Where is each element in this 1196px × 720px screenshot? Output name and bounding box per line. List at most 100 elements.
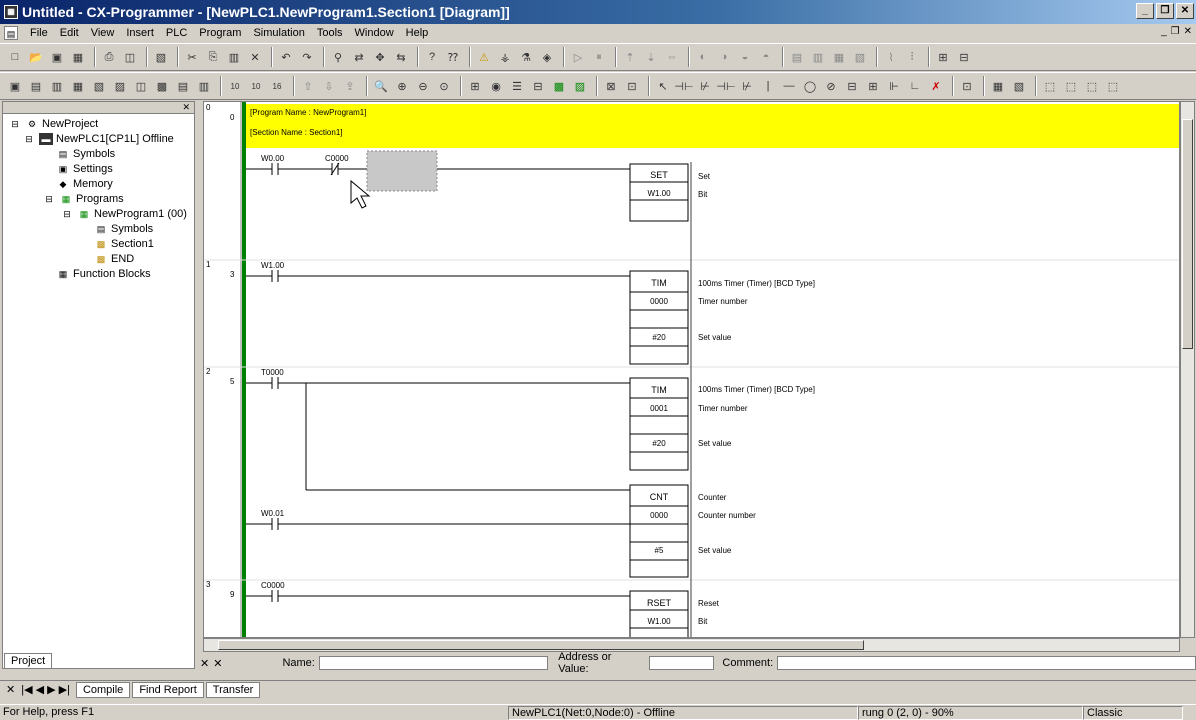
document-icon[interactable]: ▤ (4, 26, 18, 40)
mdi-minimize-icon[interactable]: _ (1161, 26, 1167, 37)
minimize-button[interactable]: _ (1136, 3, 1154, 19)
rung-numbers-icon[interactable]: ⊟ (529, 77, 547, 95)
copy-icon[interactable]: ⎘ (204, 48, 222, 66)
horizontal-scrollbar[interactable] (203, 638, 1180, 652)
rung-comment-list-icon[interactable]: ☰ (508, 77, 526, 95)
new-pt-output-icon[interactable]: ⊩ (885, 77, 903, 95)
delete-icon[interactable]: ✕ (246, 48, 264, 66)
tree-item-programs[interactable]: ⊟ ▦ Programs (42, 193, 123, 205)
tab-project[interactable]: Project (4, 653, 53, 669)
selection-cursor[interactable] (366, 150, 438, 192)
replace-icon[interactable]: ⇄ (350, 48, 368, 66)
online-edit-cancel-icon[interactable]: ▦ (830, 48, 848, 66)
ladder-svg[interactable]: [Program Name : NewProgram1] [Section Na… (204, 102, 1180, 638)
address-field[interactable] (648, 656, 715, 670)
cross-reference-report-icon[interactable]: ▨ (111, 77, 129, 95)
new-closed-or-contact-icon[interactable]: ⊬ (738, 77, 756, 95)
menu-help[interactable]: Help (400, 27, 435, 39)
monitor-icon[interactable]: ◐ (694, 48, 712, 66)
dock-icon[interactable]: ✕ (213, 657, 222, 670)
io-table-view-icon[interactable]: ▧ (1010, 77, 1028, 95)
address-reference-tool-icon[interactable]: ▦ (69, 77, 87, 95)
redo-icon[interactable]: ↷ (298, 48, 316, 66)
new-closed-coil-icon[interactable]: ⊘ (822, 77, 840, 95)
cut-icon[interactable]: ✂ (183, 48, 201, 66)
compare-icon[interactable]: ⇔ (663, 48, 681, 66)
new-horizontal-icon[interactable]: — (780, 77, 798, 95)
zoom-in-icon[interactable]: ⊕ (393, 77, 411, 95)
tree-item-newprogram1[interactable]: ⊟ ▦ NewProgram1 (00) (60, 208, 187, 220)
grid-icon[interactable]: ⊞ (466, 77, 484, 95)
close-button[interactable]: ✕ (1176, 3, 1194, 19)
online-monitor-icon[interactable]: ⊡ (623, 77, 641, 95)
function-block-icon[interactable]: ▨ (571, 77, 589, 95)
tool-a-icon[interactable]: ⬚ (1041, 77, 1059, 95)
work-online-icon[interactable]: ◈ (538, 48, 556, 66)
comment-field[interactable] (777, 656, 1196, 670)
tree-item-function-blocks[interactable]: ▦ Function Blocks (56, 268, 151, 280)
menu-edit[interactable]: Edit (54, 27, 85, 39)
function-block-invoke-icon[interactable]: ⊡ (958, 77, 976, 95)
decimal-display-icon[interactable]: 10 (247, 77, 265, 95)
save-as-icon[interactable]: ▦ (69, 48, 87, 66)
force-cancel-icon[interactable]: ◓ (757, 48, 775, 66)
new-coil-icon[interactable]: ◯ (801, 77, 819, 95)
menu-window[interactable]: Window (349, 27, 400, 39)
collapse-icon[interactable]: ⊟ (42, 193, 56, 205)
menu-view[interactable]: View (85, 27, 121, 39)
close-icon[interactable]: ✕ (6, 683, 15, 696)
view-mnemonics-icon[interactable]: ▩ (153, 77, 171, 95)
warning-icon[interactable]: ⚠ (475, 48, 493, 66)
tree-item-program-symbols[interactable]: ▤ Symbols (94, 223, 153, 235)
menu-file[interactable]: File (24, 27, 54, 39)
show-comments-icon[interactable]: ◉ (487, 77, 505, 95)
menu-insert[interactable]: Insert (120, 27, 160, 39)
mdi-close-icon[interactable]: ✕ (1184, 26, 1192, 37)
context-help-icon[interactable]: ⁇ (444, 48, 462, 66)
tab-find-report[interactable]: Find Report (132, 681, 204, 698)
help-icon[interactable]: ? (423, 48, 441, 66)
new-contact-icon[interactable]: ⊣⊢ (674, 77, 693, 95)
collapse-icon[interactable]: ⊟ (60, 208, 74, 220)
line-delete-icon[interactable]: ✗ (927, 77, 945, 95)
collapse-icon[interactable]: ⊟ (8, 118, 22, 130)
maximize-button[interactable]: ❐ (1156, 3, 1174, 19)
view-diagram-icon[interactable]: ◫ (132, 77, 150, 95)
rung-insert-icon[interactable]: ⇪ (341, 77, 359, 95)
undo-icon[interactable]: ↶ (277, 48, 295, 66)
tree-item-settings[interactable]: ▣ Settings (56, 163, 113, 175)
data-trace-icon[interactable]: ⫶ (903, 48, 921, 66)
output-window-icon[interactable]: ▤ (27, 77, 45, 95)
new-vertical-icon[interactable]: | (759, 77, 777, 95)
online-icon[interactable]: ⚶ (496, 48, 514, 66)
paste-icon[interactable]: ▥ (225, 48, 243, 66)
vertical-scrollbar[interactable] (1180, 101, 1195, 638)
view-symbols-icon[interactable]: ▤ (174, 77, 192, 95)
menu-tools[interactable]: Tools (311, 27, 349, 39)
differential-monitor-icon[interactable]: ⌇ (882, 48, 900, 66)
panel-close-icon[interactable]: ✕ (182, 102, 190, 112)
tab-compile[interactable]: Compile (75, 681, 131, 698)
properties-icon[interactable]: ▧ (152, 48, 170, 66)
address-reference-icon[interactable]: ⇆ (392, 48, 410, 66)
run-icon[interactable]: ▷ (569, 48, 587, 66)
zoom-icon[interactable]: 🔍 (372, 77, 390, 95)
binary-display-icon[interactable]: 10 (226, 77, 244, 95)
collapse-icon[interactable]: ⊟ (22, 133, 36, 145)
new-or-contact-icon[interactable]: ⊣⊢ (716, 77, 735, 95)
name-field[interactable] (318, 656, 549, 670)
hex-display-icon[interactable]: 16 (268, 77, 286, 95)
transfer-to-plc-icon[interactable]: ⇡ (621, 48, 639, 66)
ladder-diagram[interactable]: [Program Name : NewProgram1] [Section Na… (203, 101, 1180, 638)
io-table-icon[interactable]: ⊞ (934, 48, 952, 66)
save-icon[interactable]: ▣ (48, 48, 66, 66)
zoom-out-icon[interactable]: ⊖ (414, 77, 432, 95)
watch-window-icon[interactable]: ▥ (48, 77, 66, 95)
tab-transfer[interactable]: Transfer (205, 681, 261, 698)
nav-arrows-icon[interactable]: |◀ ◀ ▶ ▶| (21, 683, 70, 696)
memory-card-icon[interactable]: ⊟ (955, 48, 973, 66)
rung-up-icon[interactable]: ⇧ (299, 77, 317, 95)
menu-plc[interactable]: PLC (160, 27, 193, 39)
online-edit-send-icon[interactable]: ▥ (809, 48, 827, 66)
force-off-icon[interactable]: ◒ (736, 48, 754, 66)
